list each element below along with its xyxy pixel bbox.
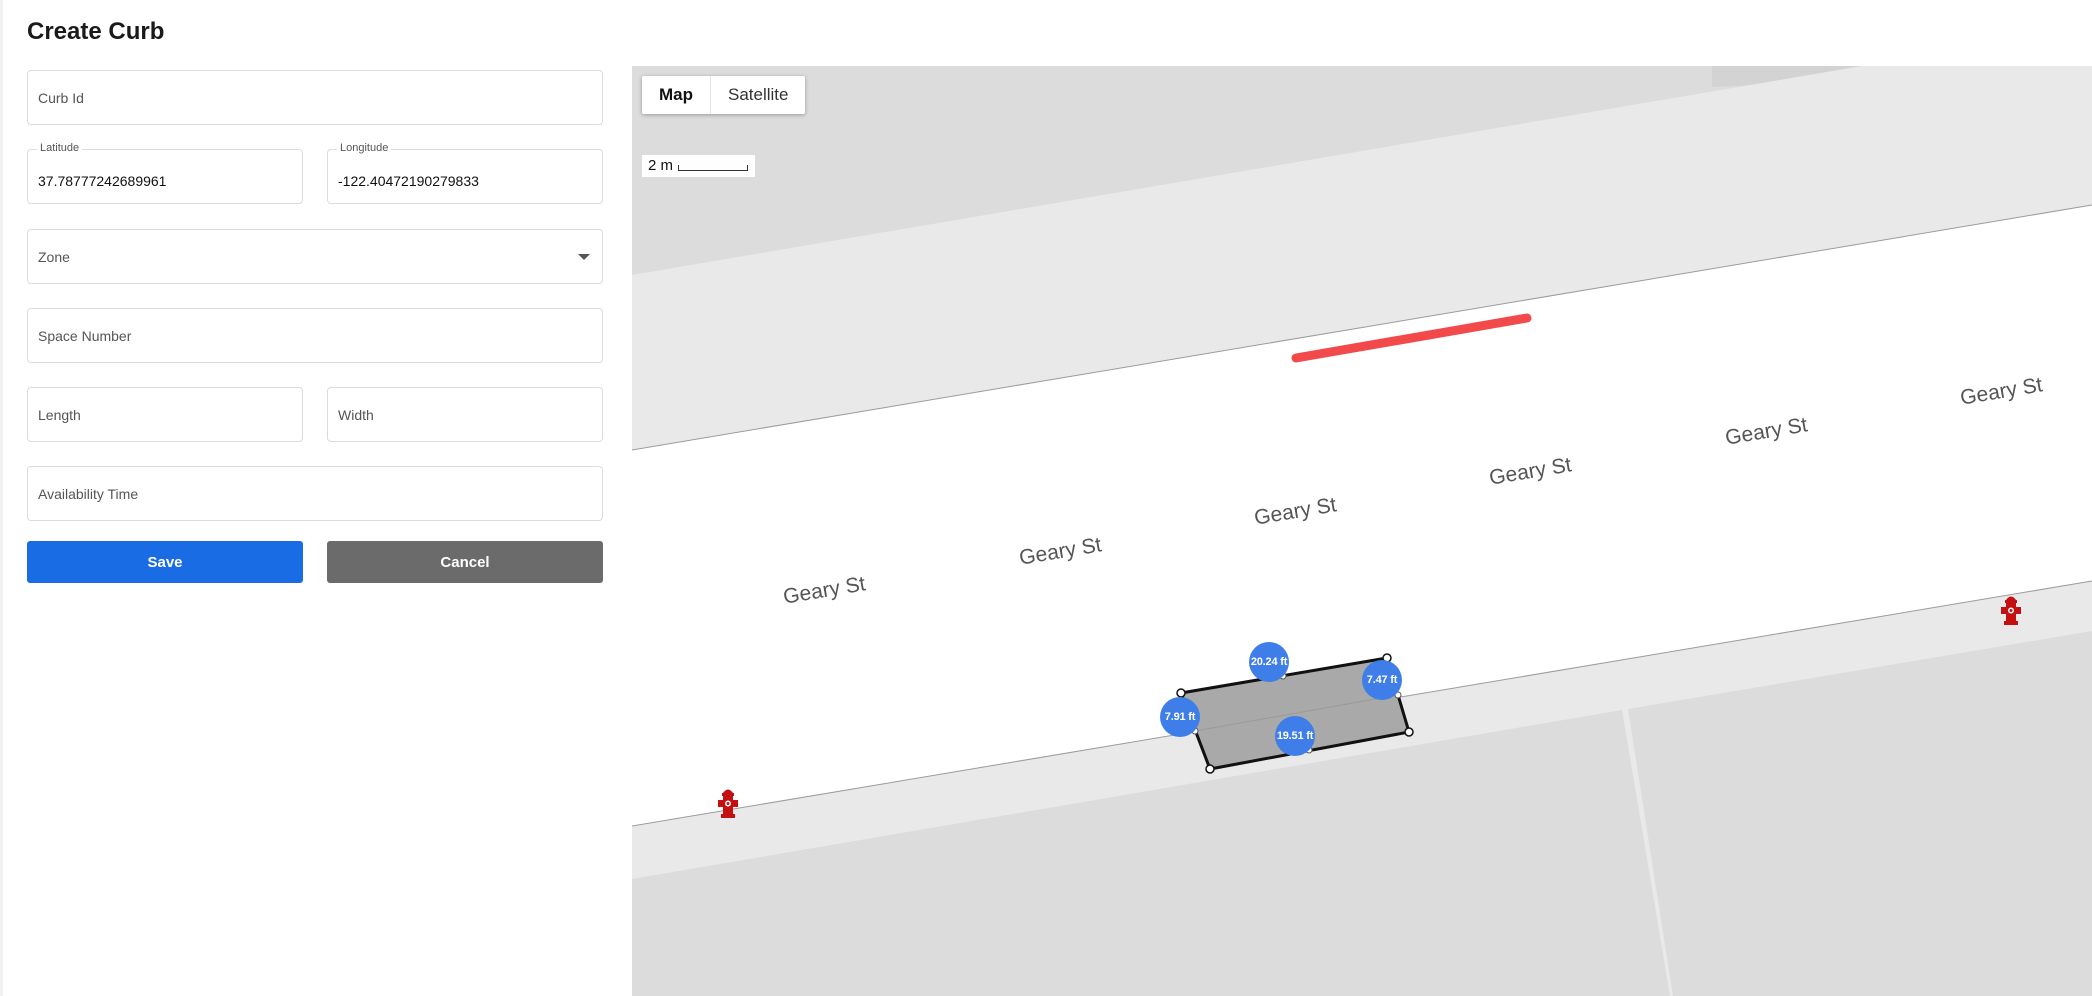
scale-bar: 2 m xyxy=(642,155,755,177)
map-view[interactable]: Map Satellite 2 m Geary St Geary St Gear… xyxy=(632,66,2092,996)
longitude-value: -122.40472190279833 xyxy=(338,172,479,189)
zone-select[interactable]: Zone xyxy=(27,229,603,284)
cancel-button[interactable]: Cancel xyxy=(327,541,603,583)
space-number-placeholder: Space Number xyxy=(38,327,132,344)
curb-id-placeholder: Curb Id xyxy=(38,89,84,106)
chevron-down-icon xyxy=(578,253,590,260)
measure-badge-bottom: 19.51 ft xyxy=(1275,716,1315,756)
availability-time-placeholder: Availability Time xyxy=(38,485,139,502)
vertex-handle[interactable] xyxy=(1404,727,1414,737)
availability-time-field[interactable]: Availability Time xyxy=(27,466,603,521)
width-placeholder: Width xyxy=(338,406,374,423)
page-title: Create Curb xyxy=(27,18,165,45)
fire-hydrant-icon[interactable] xyxy=(2000,593,2022,627)
zone-placeholder: Zone xyxy=(38,248,70,265)
left-edge-border xyxy=(0,0,3,996)
width-field[interactable]: Width xyxy=(327,387,603,442)
map-type-control: Map Satellite xyxy=(642,76,806,114)
fire-hydrant-icon[interactable] xyxy=(717,786,739,820)
longitude-label: Longitude xyxy=(337,142,392,154)
measure-badge-left: 7.91 ft xyxy=(1160,697,1200,737)
latitude-value: 37.78777242689961 xyxy=(38,172,167,189)
measure-badge-right: 7.47 ft xyxy=(1362,660,1402,700)
save-button[interactable]: Save xyxy=(27,541,303,583)
space-number-field[interactable]: Space Number xyxy=(27,308,603,363)
map-type-map-button[interactable]: Map xyxy=(642,76,711,114)
vertex-handle[interactable] xyxy=(1176,688,1186,698)
vertex-handle[interactable] xyxy=(1205,764,1215,774)
length-field[interactable]: Length xyxy=(27,387,303,442)
measure-badge-top: 20.24 ft xyxy=(1249,642,1289,682)
map-canvas xyxy=(632,66,2092,996)
scale-ruler xyxy=(678,165,748,171)
latitude-label: Latitude xyxy=(37,142,83,154)
latitude-field[interactable]: Latitude 37.78777242689961 xyxy=(27,142,303,204)
longitude-field[interactable]: Longitude -122.40472190279833 xyxy=(327,142,603,204)
length-placeholder: Length xyxy=(38,406,81,423)
scale-label: 2 m xyxy=(648,157,674,174)
map-type-satellite-button[interactable]: Satellite xyxy=(711,76,805,114)
curb-id-field[interactable]: Curb Id xyxy=(27,70,603,125)
